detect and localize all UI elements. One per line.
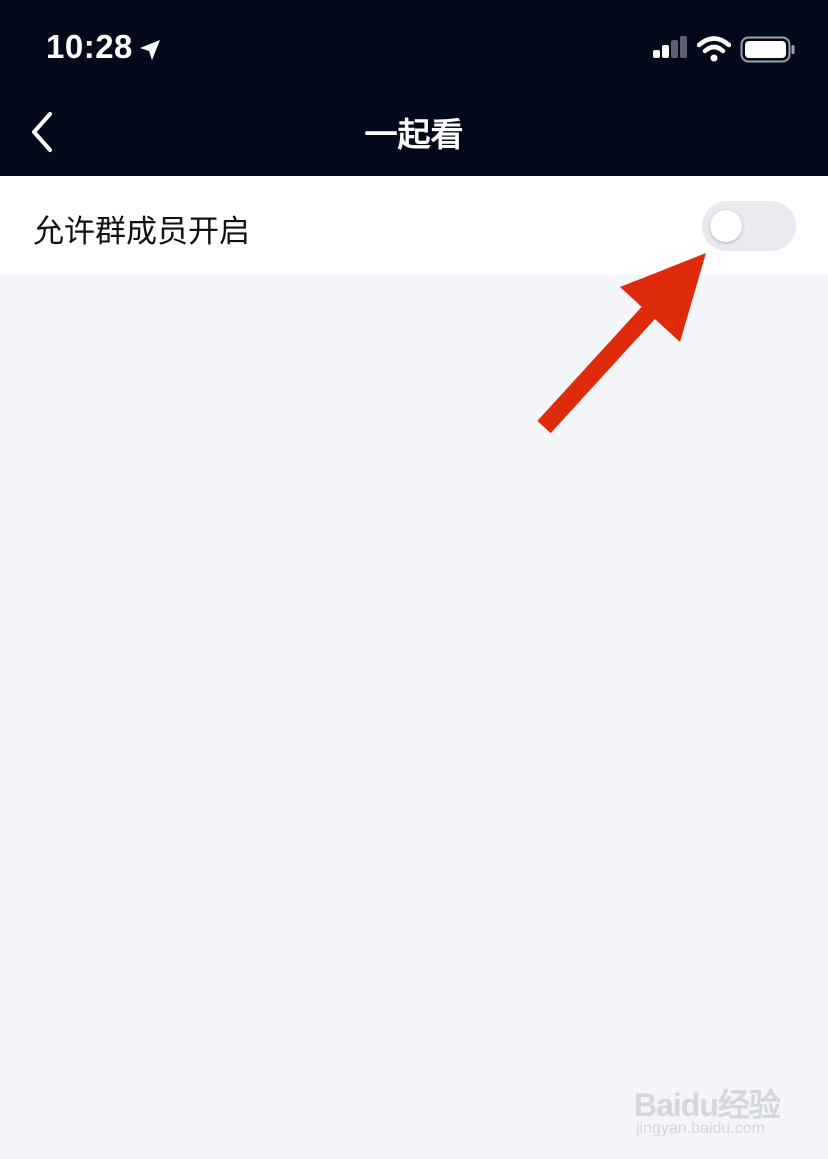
location-arrow-icon (140, 40, 160, 60)
watermark-url: jingyan.baidu.com (636, 1120, 765, 1137)
battery-icon (740, 36, 795, 63)
cellular-signal-icon (653, 36, 687, 58)
settings-row-label: 允许群成员开启 (33, 214, 250, 249)
baidu-watermark: Baidu经验 jingyan.baidu.com (634, 1068, 794, 1142)
red-arrow-annotation (537, 253, 706, 434)
navigation-header: 10:28 一起看 (0, 0, 828, 176)
toggle-knob (710, 210, 742, 242)
page-title: 一起看 (364, 116, 464, 153)
wifi-icon (697, 36, 731, 62)
status-time: 10:28 (46, 28, 133, 65)
allow-members-toggle[interactable] (702, 201, 796, 251)
